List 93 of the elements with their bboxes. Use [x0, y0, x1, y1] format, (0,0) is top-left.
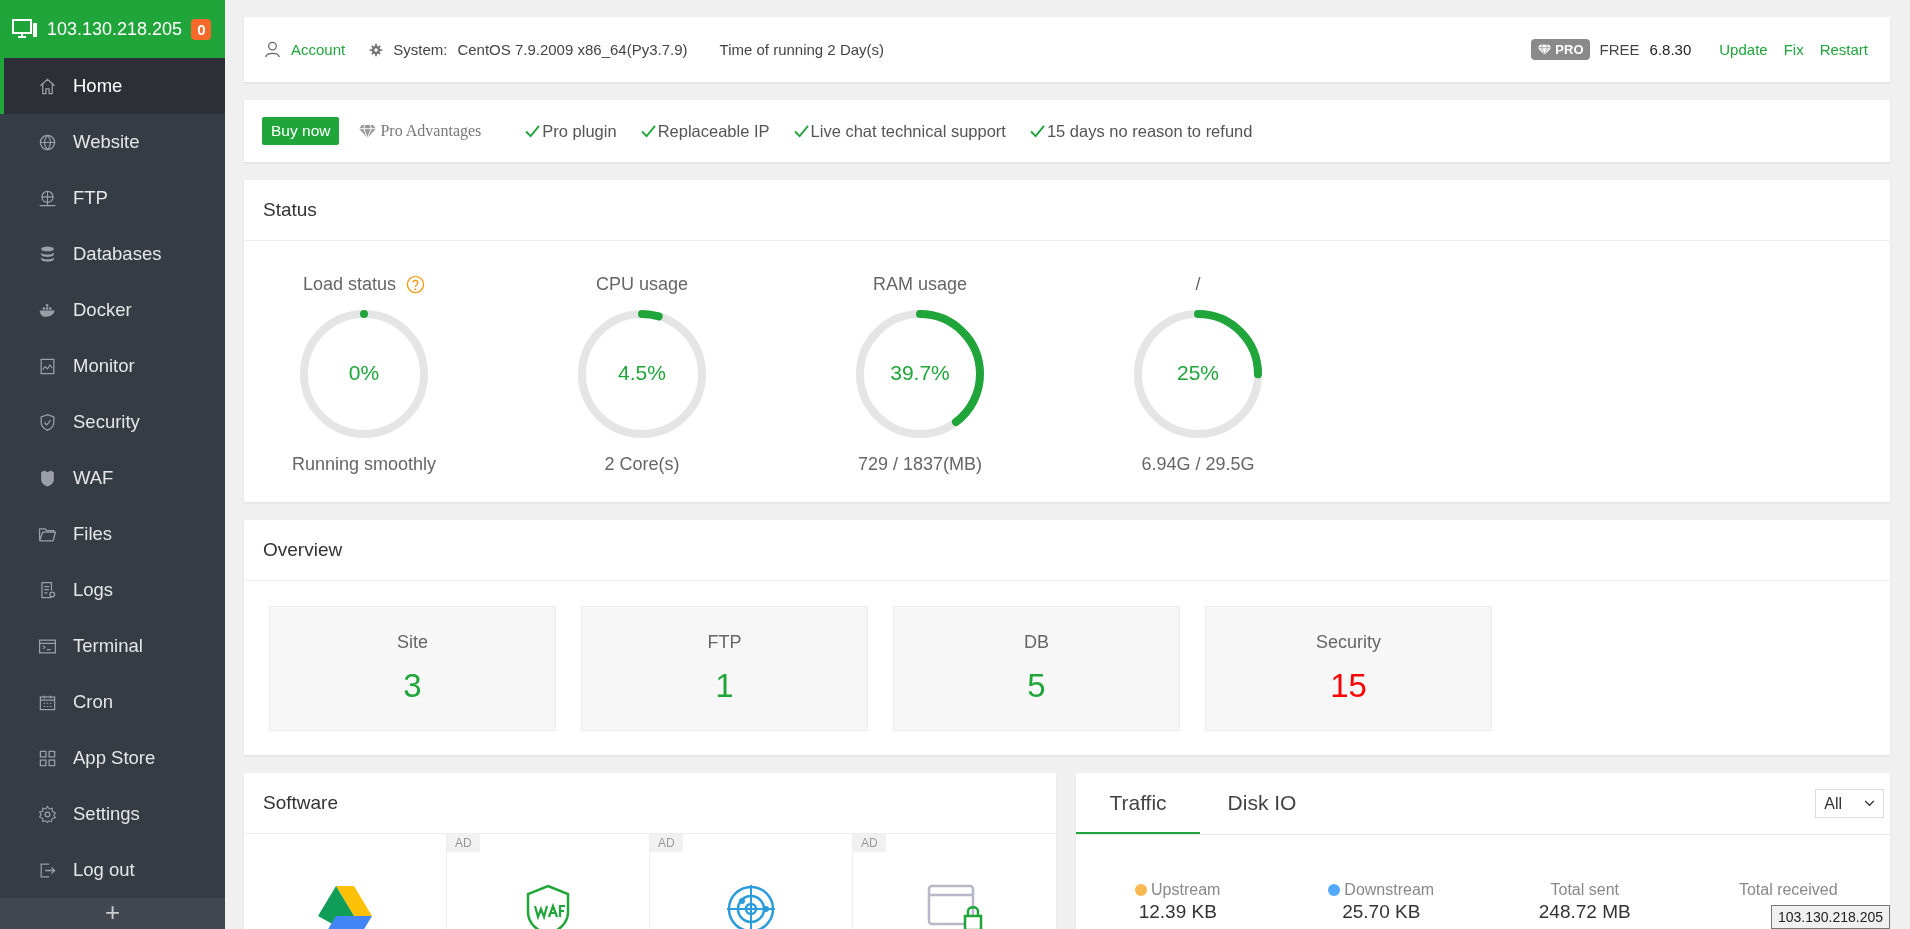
check-icon	[793, 124, 809, 138]
panel-title: Overview	[244, 520, 1890, 581]
sidebar-item[interactable]: Logs	[0, 562, 225, 618]
waf-shield-icon	[524, 884, 572, 929]
pro-advantages-link[interactable]: Pro Advantages	[380, 122, 482, 140]
server-ip: 103.130.218.205	[47, 18, 183, 40]
card-label: DB	[1024, 632, 1049, 653]
version-number: 6.8.30	[1649, 41, 1692, 58]
stat-label: Total sent	[1550, 881, 1619, 899]
system-info: CentOS 7.9.2009 x86_64(Py3.7.9)	[457, 41, 688, 58]
gauge-value: 39.7%	[889, 361, 951, 385]
ad-tag: AD	[447, 834, 480, 852]
target-icon	[726, 884, 776, 929]
gauge-detail: 729 / 1837(MB)	[857, 454, 983, 475]
gauge-value: 25%	[1176, 361, 1220, 385]
network-globe-icon	[38, 188, 57, 208]
add-button[interactable]: +	[102, 898, 123, 920]
uptime-text: Time of running 2 Day(s)	[719, 41, 885, 58]
tooltip: 103.130.218.205	[1770, 905, 1890, 929]
drive-triangle-icon	[317, 884, 373, 929]
sidebar-item[interactable]: Databases	[0, 226, 225, 282]
edition-label: FREE	[1599, 41, 1640, 58]
shield-icon	[38, 468, 57, 488]
system-label: System:	[393, 41, 448, 58]
sidebar-item[interactable]: Monitor	[0, 338, 225, 394]
overview-card[interactable]: Site 3	[269, 606, 556, 731]
stat-value: 248.72 MB	[1538, 901, 1631, 923]
sidebar-item[interactable]: WAF	[0, 450, 225, 506]
grid-icon	[38, 748, 57, 768]
stat-label: Upstream	[1151, 881, 1221, 899]
check-icon	[525, 124, 541, 138]
home-icon	[38, 76, 57, 96]
sidebar-item[interactable]: Security	[0, 394, 225, 450]
sidebar-item[interactable]: Cron	[0, 674, 225, 730]
check-icon	[1029, 124, 1045, 138]
gear-icon	[369, 42, 384, 57]
stat-value: 25.70 KB	[1342, 901, 1421, 923]
card-label: Security	[1316, 632, 1381, 653]
sidebar-item[interactable]: Website	[0, 114, 225, 170]
card-count: 1	[715, 667, 734, 705]
overview-card[interactable]: DB 5	[893, 606, 1180, 731]
sidebar-item[interactable]: FTP	[0, 170, 225, 226]
card-label: FTP	[707, 632, 742, 653]
feature-text: Live chat technical support	[810, 121, 1006, 141]
feature-text: Pro plugin	[542, 121, 617, 141]
check-icon	[640, 124, 656, 138]
ad-tag: AD	[650, 834, 683, 852]
stat-value: 12.39 KB	[1138, 901, 1217, 923]
card-count: 3	[403, 667, 422, 705]
pro-label: PRO	[1555, 42, 1584, 57]
gauge-detail: 2 Core(s)	[604, 454, 680, 475]
sidebar-item[interactable]: Docker	[0, 282, 225, 338]
database-icon	[38, 244, 57, 264]
overview-card[interactable]: FTP 1	[581, 606, 868, 731]
sidebar-item[interactable]: App Store	[0, 730, 225, 786]
interface-select[interactable]: All	[1815, 789, 1884, 818]
panel-title: Status	[244, 180, 1890, 241]
sidebar-item[interactable]: Home	[0, 58, 225, 114]
sidebar-item[interactable]: Files	[0, 506, 225, 562]
gauge-value: 4.5%	[617, 361, 667, 385]
chart-icon	[38, 356, 57, 376]
computer-icon	[12, 19, 38, 39]
sidebar-item[interactable]: Settings	[0, 786, 225, 842]
user-icon	[264, 41, 281, 58]
ad-tag: AD	[853, 834, 886, 852]
overview-card[interactable]: Security 15	[1205, 606, 1492, 731]
panel-tab[interactable]: Disk IO	[1200, 773, 1324, 834]
shield-check-icon	[38, 412, 57, 432]
gauge-label: /	[1195, 273, 1201, 295]
sidebar-item[interactable]: Log out	[0, 842, 225, 898]
gauge-detail: 6.94G / 29.5G	[1141, 454, 1255, 475]
globe-icon	[38, 132, 57, 152]
diamond-icon	[1537, 43, 1553, 56]
document-icon	[38, 580, 57, 600]
gauge-label: CPU usage	[595, 273, 689, 295]
feature-text: Replaceable IP	[657, 121, 770, 141]
chevron-down-icon	[1864, 800, 1875, 807]
settings-icon	[38, 804, 57, 824]
stat-label: Total received	[1738, 881, 1838, 899]
card-count: 15	[1330, 667, 1367, 705]
diamond-icon	[358, 123, 378, 139]
gauge-label: Load status	[302, 273, 397, 295]
card-count: 5	[1027, 667, 1046, 705]
calendar-icon	[38, 692, 57, 712]
feature-text: 15 days no reason to refund	[1046, 121, 1253, 141]
gauge-detail: Running smoothly	[291, 454, 437, 475]
panel-tab[interactable]: Traffic	[1076, 773, 1200, 834]
stat-label: Downstream	[1344, 881, 1435, 899]
gauge-label: RAM usage	[872, 273, 967, 295]
help-icon[interactable]	[406, 274, 426, 294]
gauge-value: 0%	[347, 361, 381, 385]
card-label: Site	[397, 632, 428, 653]
sidebar-item[interactable]: Terminal	[0, 618, 225, 674]
